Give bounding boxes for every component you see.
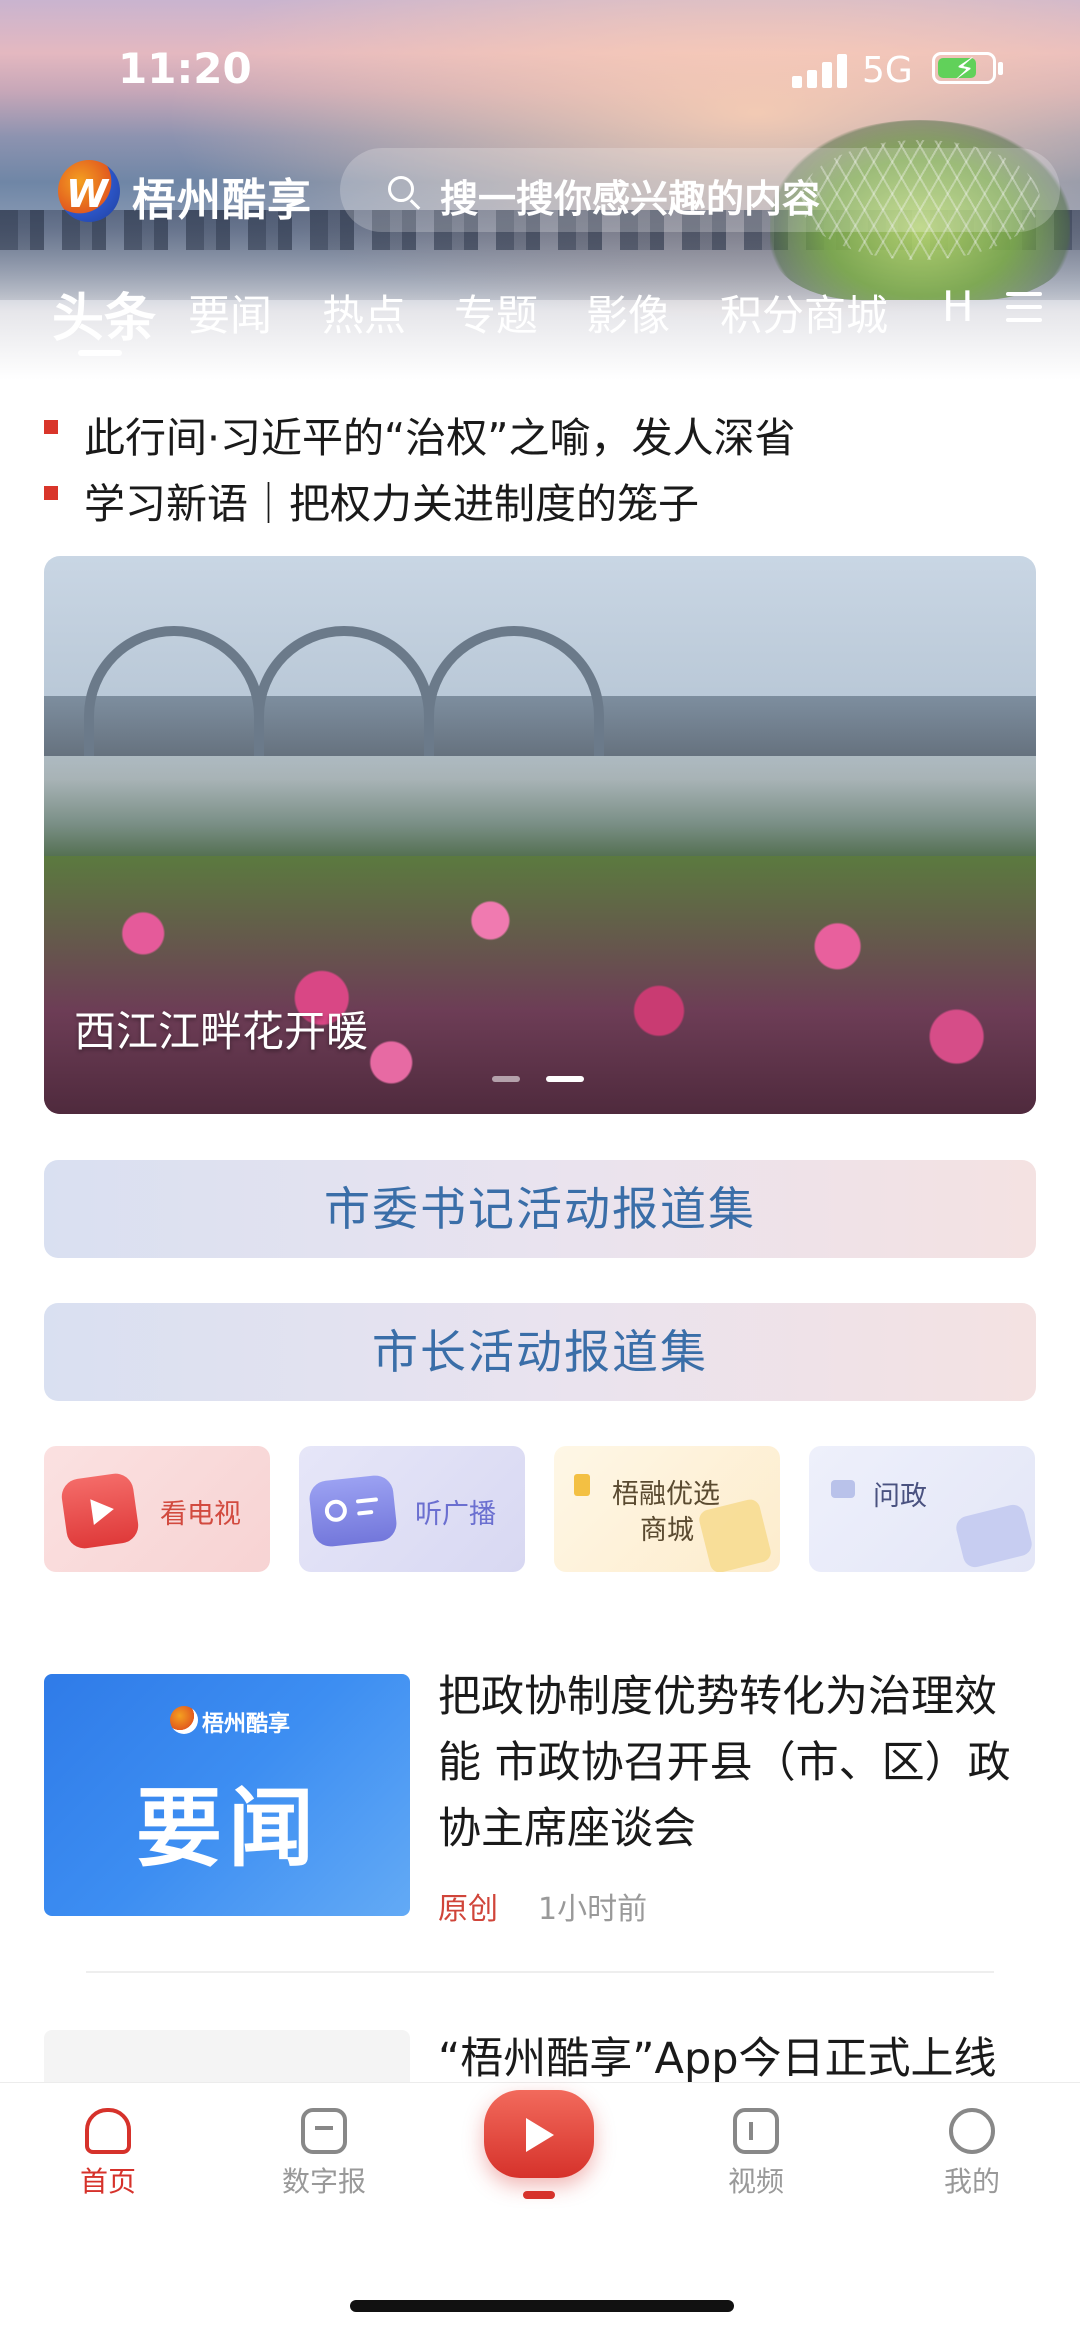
news-time: 1小时前 — [538, 1892, 648, 1927]
tab-zhuanti[interactable]: 专题 — [454, 282, 538, 343]
tab-yingxiang[interactable]: 影像 — [586, 282, 670, 343]
banner-caption: 西江江畔花开暖 — [74, 1007, 369, 1056]
news-title[interactable]: “梧州酷享”App今日正式上线 — [438, 2024, 997, 2086]
active-tab-indicator — [78, 350, 122, 356]
signal-icon — [792, 52, 848, 88]
tile-label: 梧融优选 — [612, 1479, 720, 1510]
news-title[interactable]: 把政协制度优势转化为治理效能 市政协召开县（市、区）政协主席座谈会 — [438, 1664, 1038, 1862]
chat-icon — [831, 1480, 855, 1498]
nav-label: 数字报 — [281, 2165, 366, 2198]
nav-digital-paper[interactable]: 数字报 — [264, 2108, 384, 2200]
mayor-collection-button[interactable]: 市长活动报道集 — [44, 1303, 1036, 1401]
tab-jifen-mall[interactable]: 积分商城 — [720, 282, 888, 343]
tab-h[interactable]: H — [942, 282, 974, 331]
network-type: 5G — [862, 50, 913, 91]
search-icon — [388, 176, 414, 202]
profile-icon — [949, 2108, 995, 2154]
brand-logo-icon — [170, 1706, 198, 1734]
tile-label: 看电视 — [160, 1499, 241, 1530]
party-secretary-collection-button[interactable]: 市委书记活动报道集 — [44, 1160, 1036, 1258]
nav-label: 我的 — [943, 2165, 1000, 2198]
tile-label: 问政 — [873, 1481, 927, 1512]
watch-tv-tile[interactable]: 看电视 — [44, 1446, 270, 1572]
thumbnail-brand: 梧州酷享 — [202, 1712, 291, 1737]
original-tag: 原创 — [438, 1892, 498, 1927]
headline-text: 学习新语｜把权力关进制度的笼子 — [84, 480, 699, 528]
search-placeholder[interactable]: 搜一搜你感兴趣的内容 — [440, 168, 820, 223]
shop-icon — [574, 1474, 590, 1496]
charging-icon: ⚡ — [954, 52, 976, 87]
play-icon — [526, 2118, 554, 2152]
nav-profile[interactable]: 我的 — [912, 2108, 1032, 2200]
chat-decoration-icon — [953, 1502, 1035, 1570]
battery-cap — [998, 62, 1003, 75]
menu-icon[interactable] — [1006, 292, 1042, 322]
headline-text: 此行间·习近平的“治权”之喻，发人深省 — [84, 414, 796, 462]
tile-label: 商城 — [640, 1515, 694, 1546]
listen-radio-tile[interactable]: 听广播 — [299, 1446, 525, 1572]
shop-mall-tile[interactable]: 梧融优选 商城 — [554, 1446, 780, 1572]
bridge-arch — [84, 626, 264, 756]
thumbnail-title: 要闻 — [136, 1779, 320, 1879]
nav-label: 视频 — [727, 2165, 784, 2198]
carousel-dot[interactable] — [492, 1076, 520, 1082]
collection-label: 市长活动报道集 — [372, 1325, 708, 1379]
newspaper-icon — [301, 2108, 347, 2154]
center-indicator — [523, 2191, 555, 2199]
tile-label: 听广播 — [415, 1499, 496, 1530]
home-icon — [85, 2108, 131, 2154]
app-logo-letter: W — [66, 172, 108, 216]
bullet-icon — [44, 486, 58, 500]
bridge-arch — [424, 626, 604, 756]
carousel-dot-active[interactable] — [546, 1076, 584, 1082]
status-time: 11:20 — [118, 44, 252, 93]
home-indicator[interactable] — [350, 2300, 734, 2312]
bridge-arch — [254, 626, 434, 756]
tv-icon — [59, 1471, 141, 1551]
video-icon — [733, 2108, 779, 2154]
tab-yaowen[interactable]: 要闻 — [188, 282, 272, 343]
inquiry-tile[interactable]: 问政 — [809, 1446, 1035, 1572]
nav-label: 首页 — [79, 2165, 136, 2198]
tab-redian[interactable]: 热点 — [322, 282, 406, 343]
bullet-icon — [44, 420, 58, 434]
divider — [86, 1971, 994, 1973]
nav-home[interactable]: 首页 — [48, 2108, 168, 2200]
nav-video[interactable]: 视频 — [696, 2108, 816, 2200]
app-name: 梧州酷享 — [132, 175, 312, 226]
radio-icon — [307, 1473, 399, 1549]
tab-toutiao[interactable]: 头条 — [52, 276, 156, 351]
collection-label: 市委书记活动报道集 — [324, 1182, 756, 1236]
news-thumbnail[interactable] — [44, 2030, 410, 2090]
flowers-image — [44, 856, 1036, 1114]
